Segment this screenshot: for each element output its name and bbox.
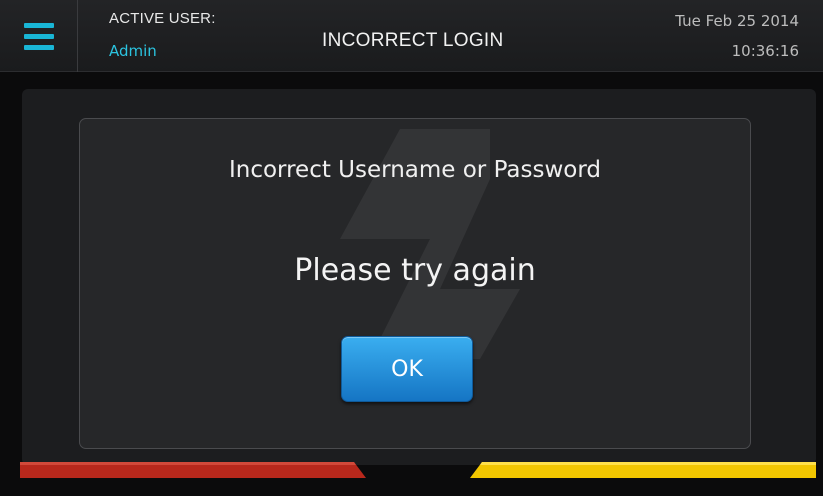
error-message: Incorrect Username or Password [228,157,602,183]
hamburger-icon-bar [23,44,54,50]
hamburger-icon [23,22,54,28]
login-error-dialog: Incorrect Username or Password Please tr… [79,118,751,449]
hamburger-icon-bar [23,33,54,39]
menu-button[interactable] [0,0,78,72]
ok-button[interactable]: OK [341,336,473,402]
header-bar: ACTIVE USER: Admin INCORRECT LOGIN Tue F… [0,0,823,72]
status-stripe-yellow [470,462,816,478]
status-stripe-red [20,462,366,478]
time-display: 10:36:16 [731,42,799,60]
active-user-label: ACTIVE USER: [109,10,216,27]
retry-prompt: Please try again [294,253,536,288]
page-title: INCORRECT LOGIN [322,30,504,51]
active-user-name: Admin [109,42,157,60]
date-display: Tue Feb 25 2014 [675,12,799,30]
